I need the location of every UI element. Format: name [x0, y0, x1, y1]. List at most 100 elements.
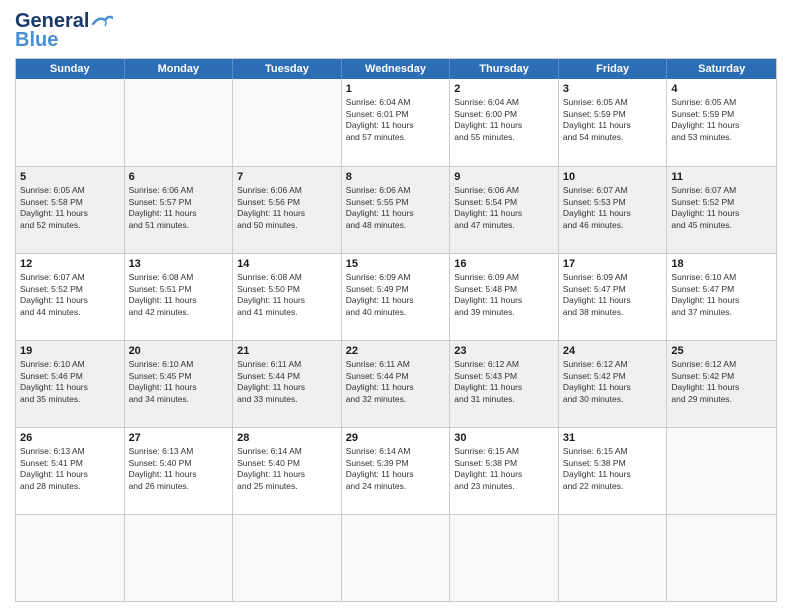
- cell-text-line: and 31 minutes.: [454, 394, 554, 405]
- weekday-header-tuesday: Tuesday: [233, 59, 342, 79]
- day-number: 18: [671, 257, 772, 271]
- cell-text-line: Sunset: 5:40 PM: [129, 458, 229, 469]
- cell-text-line: Sunset: 5:53 PM: [563, 197, 663, 208]
- cell-text-line: Sunrise: 6:12 AM: [671, 359, 772, 370]
- calendar-cell-3-2: 21Sunrise: 6:11 AMSunset: 5:44 PMDayligh…: [233, 341, 342, 427]
- cell-text-line: Daylight: 11 hours: [454, 469, 554, 480]
- cell-text-line: and 45 minutes.: [671, 220, 772, 231]
- calendar-row-5: [16, 514, 776, 601]
- calendar-cell-2-3: 15Sunrise: 6:09 AMSunset: 5:49 PMDayligh…: [342, 254, 451, 340]
- cell-text-line: Daylight: 11 hours: [129, 208, 229, 219]
- calendar-cell-3-4: 23Sunrise: 6:12 AMSunset: 5:43 PMDayligh…: [450, 341, 559, 427]
- cell-text-line: Daylight: 11 hours: [454, 295, 554, 306]
- calendar-cell-0-2: [233, 79, 342, 166]
- calendar-cell-1-4: 9Sunrise: 6:06 AMSunset: 5:54 PMDaylight…: [450, 167, 559, 253]
- cell-text-line: Daylight: 11 hours: [346, 120, 446, 131]
- day-number: 6: [129, 170, 229, 184]
- cell-text-line: Daylight: 11 hours: [454, 208, 554, 219]
- calendar-cell-2-4: 16Sunrise: 6:09 AMSunset: 5:48 PMDayligh…: [450, 254, 559, 340]
- cell-text-line: Sunrise: 6:06 AM: [237, 185, 337, 196]
- cell-text-line: and 37 minutes.: [671, 307, 772, 318]
- weekday-header-wednesday: Wednesday: [342, 59, 451, 79]
- day-number: 10: [563, 170, 663, 184]
- cell-text-line: Daylight: 11 hours: [563, 382, 663, 393]
- cell-text-line: and 22 minutes.: [563, 481, 663, 492]
- cell-text-line: Sunset: 5:48 PM: [454, 284, 554, 295]
- cell-text-line: Sunrise: 6:09 AM: [454, 272, 554, 283]
- cell-text-line: Daylight: 11 hours: [346, 382, 446, 393]
- cell-text-line: and 26 minutes.: [129, 481, 229, 492]
- cell-text-line: Sunrise: 6:13 AM: [129, 446, 229, 457]
- cell-text-line: Sunset: 5:59 PM: [671, 109, 772, 120]
- day-number: 7: [237, 170, 337, 184]
- cell-text-line: and 42 minutes.: [129, 307, 229, 318]
- weekday-header-saturday: Saturday: [667, 59, 776, 79]
- day-number: 24: [563, 344, 663, 358]
- cell-text-line: Sunset: 6:00 PM: [454, 109, 554, 120]
- cell-text-line: and 33 minutes.: [237, 394, 337, 405]
- day-number: 20: [129, 344, 229, 358]
- calendar-cell-2-1: 13Sunrise: 6:08 AMSunset: 5:51 PMDayligh…: [125, 254, 234, 340]
- day-number: 1: [346, 82, 446, 96]
- calendar-cell-4-0: 26Sunrise: 6:13 AMSunset: 5:41 PMDayligh…: [16, 428, 125, 514]
- day-number: 29: [346, 431, 446, 445]
- calendar-cell-5-6: [667, 515, 776, 601]
- cell-text-line: Sunset: 5:50 PM: [237, 284, 337, 295]
- day-number: 9: [454, 170, 554, 184]
- calendar-cell-2-5: 17Sunrise: 6:09 AMSunset: 5:47 PMDayligh…: [559, 254, 668, 340]
- weekday-header-friday: Friday: [559, 59, 668, 79]
- calendar-cell-1-2: 7Sunrise: 6:06 AMSunset: 5:56 PMDaylight…: [233, 167, 342, 253]
- cell-text-line: Sunset: 5:56 PM: [237, 197, 337, 208]
- weekday-header-thursday: Thursday: [450, 59, 559, 79]
- cell-text-line: Daylight: 11 hours: [454, 120, 554, 131]
- weekday-header-monday: Monday: [125, 59, 234, 79]
- day-number: 27: [129, 431, 229, 445]
- cell-text-line: Sunset: 5:39 PM: [346, 458, 446, 469]
- cell-text-line: Daylight: 11 hours: [129, 382, 229, 393]
- calendar-cell-5-5: [559, 515, 668, 601]
- calendar-row-4: 26Sunrise: 6:13 AMSunset: 5:41 PMDayligh…: [16, 427, 776, 514]
- cell-text-line: Sunset: 5:40 PM: [237, 458, 337, 469]
- cell-text-line: Daylight: 11 hours: [346, 295, 446, 306]
- day-number: 15: [346, 257, 446, 271]
- cell-text-line: Daylight: 11 hours: [129, 469, 229, 480]
- cell-text-line: Sunrise: 6:15 AM: [563, 446, 663, 457]
- cell-text-line: Daylight: 11 hours: [454, 382, 554, 393]
- day-number: 21: [237, 344, 337, 358]
- cell-text-line: Daylight: 11 hours: [563, 120, 663, 131]
- calendar-row-1: 5Sunrise: 6:05 AMSunset: 5:58 PMDaylight…: [16, 166, 776, 253]
- cell-text-line: Sunrise: 6:08 AM: [129, 272, 229, 283]
- cell-text-line: and 30 minutes.: [563, 394, 663, 405]
- cell-text-line: Sunset: 5:51 PM: [129, 284, 229, 295]
- cell-text-line: Sunrise: 6:06 AM: [346, 185, 446, 196]
- day-number: 3: [563, 82, 663, 96]
- weekday-header-sunday: Sunday: [16, 59, 125, 79]
- cell-text-line: and 44 minutes.: [20, 307, 120, 318]
- calendar-cell-3-6: 25Sunrise: 6:12 AMSunset: 5:42 PMDayligh…: [667, 341, 776, 427]
- cell-text-line: and 54 minutes.: [563, 132, 663, 143]
- cell-text-line: Daylight: 11 hours: [563, 469, 663, 480]
- cell-text-line: and 34 minutes.: [129, 394, 229, 405]
- day-number: 2: [454, 82, 554, 96]
- cell-text-line: Sunrise: 6:10 AM: [671, 272, 772, 283]
- day-number: 23: [454, 344, 554, 358]
- day-number: 19: [20, 344, 120, 358]
- cell-text-line: and 28 minutes.: [20, 481, 120, 492]
- cell-text-line: Sunset: 5:42 PM: [671, 371, 772, 382]
- cell-text-line: Sunrise: 6:05 AM: [563, 97, 663, 108]
- cell-text-line: Daylight: 11 hours: [671, 120, 772, 131]
- calendar-cell-5-3: [342, 515, 451, 601]
- cell-text-line: Sunrise: 6:13 AM: [20, 446, 120, 457]
- cell-text-line: Sunrise: 6:07 AM: [671, 185, 772, 196]
- cell-text-line: Sunrise: 6:15 AM: [454, 446, 554, 457]
- cell-text-line: Daylight: 11 hours: [237, 208, 337, 219]
- cell-text-line: and 25 minutes.: [237, 481, 337, 492]
- cell-text-line: and 24 minutes.: [346, 481, 446, 492]
- cell-text-line: Daylight: 11 hours: [671, 208, 772, 219]
- cell-text-line: Sunrise: 6:09 AM: [563, 272, 663, 283]
- calendar-body: 1Sunrise: 6:04 AMSunset: 6:01 PMDaylight…: [16, 79, 776, 601]
- cell-text-line: and 41 minutes.: [237, 307, 337, 318]
- cell-text-line: Daylight: 11 hours: [346, 469, 446, 480]
- cell-text-line: Sunset: 5:44 PM: [237, 371, 337, 382]
- cell-text-line: and 35 minutes.: [20, 394, 120, 405]
